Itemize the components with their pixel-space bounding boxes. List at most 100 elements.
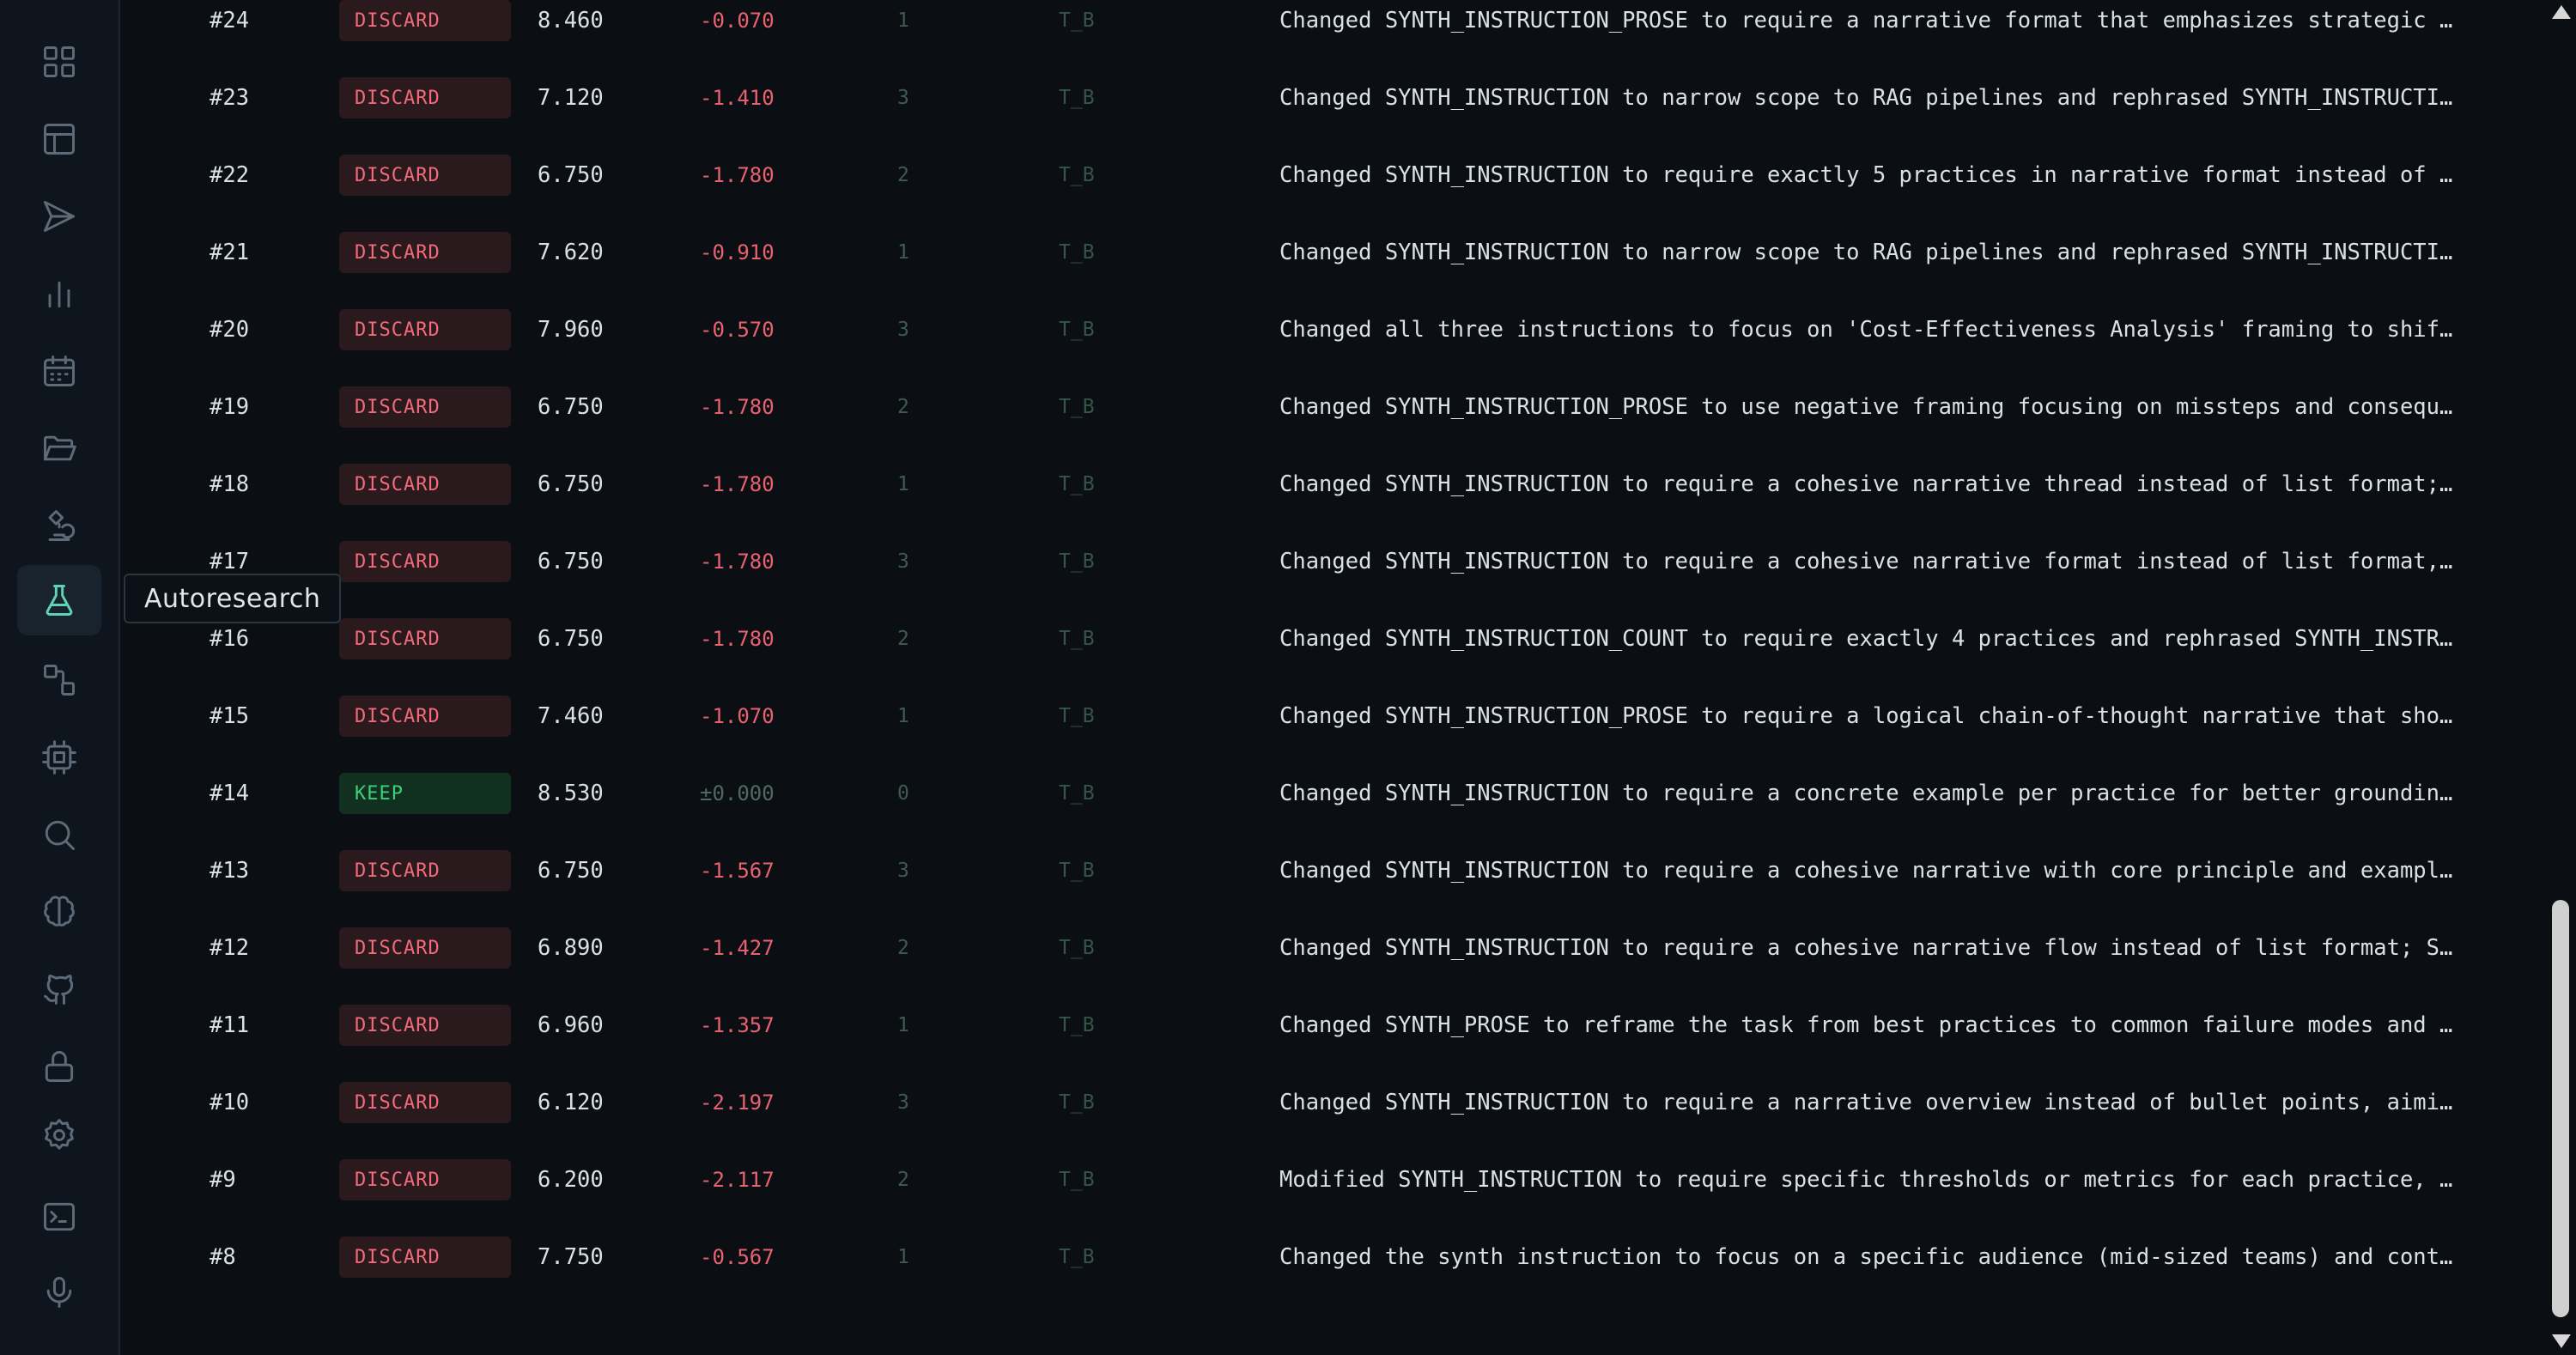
score-value: 6.750	[538, 549, 604, 574]
change-count: 2	[897, 164, 909, 186]
experiment-id: #21	[210, 240, 250, 265]
change-description: Changed SYNTH_INSTRUCTION_PROSE to requi…	[1279, 703, 2454, 729]
change-description: Modified SYNTH_INSTRUCTION to require sp…	[1279, 1167, 2454, 1193]
table-row[interactable]: #20 DISCARD 7.960 -0.570 3 T_B Changed all thr…	[120, 291, 2542, 368]
sidebar-item-github[interactable]	[17, 954, 101, 1024]
table-row[interactable]: #10 DISCARD 6.120 -2.197 3 T_B Changed SYNTH_I…	[120, 1064, 2542, 1141]
sidebar-item-terminal[interactable]	[17, 1182, 101, 1252]
status-badge: KEEP	[339, 773, 511, 814]
score-delta: -2.117	[700, 1168, 775, 1192]
status-badge: DISCARD	[339, 1237, 511, 1278]
sidebar-item-dashboard[interactable]	[17, 27, 101, 97]
change-count: 1	[897, 705, 909, 727]
experiment-id: #24	[210, 8, 250, 33]
target-tag: T_B	[1059, 1246, 1095, 1268]
status-badge: DISCARD	[339, 0, 511, 41]
score-delta: -2.197	[700, 1091, 775, 1115]
target-tag: T_B	[1059, 937, 1095, 959]
target-tag: T_B	[1059, 319, 1095, 341]
table-row[interactable]: #16 DISCARD 6.750 -1.780 2 T_B Changed SYNTH_I…	[120, 600, 2542, 678]
score-value: 7.460	[538, 703, 604, 729]
change-description: Changed SYNTH_INSTRUCTION_COUNT to requi…	[1279, 626, 2454, 652]
score-delta: -0.070	[700, 9, 775, 33]
sidebar-item-workflow[interactable]	[17, 645, 101, 715]
sidebar-item-memory[interactable]	[17, 877, 101, 947]
microphone-icon	[46, 1277, 72, 1308]
change-description: Changed SYNTH_INSTRUCTION to require exa…	[1279, 162, 2454, 188]
scrollbar[interactable]	[2543, 0, 2576, 1355]
score-value: 6.890	[538, 935, 604, 961]
sidebar-item-table[interactable]	[17, 104, 101, 174]
table-row[interactable]: #17 DISCARD 6.750 -1.780 3 T_B Changed SYNTH_I…	[120, 523, 2542, 600]
sidebar	[0, 0, 120, 1355]
table-row[interactable]: #9 DISCARD 6.200 -2.117 2 T_B Modified SYNTH_I…	[120, 1141, 2542, 1218]
change-count: 1	[897, 9, 909, 32]
change-count: 1	[897, 1246, 909, 1268]
sidebar-item-autoresearch[interactable]	[17, 565, 101, 635]
table-row[interactable]: #19 DISCARD 6.750 -1.780 2 T_B Changed SYNTH_I…	[120, 368, 2542, 446]
sidebar-item-lab[interactable]	[17, 490, 101, 561]
table-row[interactable]: #14 KEEP 8.530 ±0.000 0 T_B Changed SYNTH_INST…	[120, 755, 2542, 832]
status-badge: DISCARD	[339, 77, 511, 118]
table-row[interactable]: #23 DISCARD 7.120 -1.410 3 T_B Changed SYNTH_I…	[120, 59, 2542, 137]
change-count: 3	[897, 87, 909, 109]
change-description: Changed SYNTH_INSTRUCTION to require a n…	[1279, 1090, 2454, 1115]
change-count: 3	[897, 1091, 909, 1114]
target-tag: T_B	[1059, 87, 1095, 109]
gear-icon	[45, 1119, 74, 1150]
folder-open-icon	[44, 435, 76, 461]
brain-icon	[44, 896, 75, 927]
change-count: 1	[897, 241, 909, 264]
send-icon	[44, 201, 75, 232]
table-row[interactable]: #8 DISCARD 7.750 -0.567 1 T_B Changed the synt…	[120, 1218, 2542, 1296]
score-value: 6.750	[538, 162, 604, 188]
sidebar-item-send[interactable]	[17, 181, 101, 252]
scroll-up-arrow-icon[interactable]	[2552, 5, 2571, 19]
table-row[interactable]: #24 DISCARD 8.460 -0.070 1 T_B Changed SYNTH_I…	[120, 0, 2542, 59]
sidebar-item-security[interactable]	[17, 1031, 101, 1102]
status-badge: DISCARD	[339, 541, 511, 582]
change-description: Changed SYNTH_INSTRUCTION to require a c…	[1279, 781, 2454, 806]
table-row[interactable]: #18 DISCARD 6.750 -1.780 1 T_B Changed SYNTH_I…	[120, 446, 2542, 523]
table-row[interactable]: #13 DISCARD 6.750 -1.567 3 T_B Changed SYNTH_I…	[120, 832, 2542, 909]
score-delta: -0.570	[700, 318, 775, 342]
score-value: 6.750	[538, 471, 604, 497]
change-count: 1	[897, 1014, 909, 1036]
sidebar-item-analytics[interactable]	[17, 258, 101, 329]
change-count: 3	[897, 319, 909, 341]
table-row[interactable]: #22 DISCARD 6.750 -1.780 2 T_B Changed SYNTH_I…	[120, 137, 2542, 214]
experiment-id: #12	[210, 935, 250, 961]
sidebar-item-settings[interactable]	[17, 1100, 101, 1170]
score-value: 6.120	[538, 1090, 604, 1115]
status-badge: DISCARD	[339, 927, 511, 969]
change-description: Changed SYNTH_INSTRUCTION_PROSE to requi…	[1279, 8, 2454, 33]
table-row[interactable]: #11 DISCARD 6.960 -1.357 1 T_B Changed SYNTH_P…	[120, 987, 2542, 1064]
scroll-down-arrow-icon[interactable]	[2552, 1334, 2571, 1348]
table-row[interactable]: #21 DISCARD 7.620 -0.910 1 T_B Changed SYNTH_I…	[120, 214, 2542, 291]
calendar-icon	[44, 355, 75, 386]
status-badge: DISCARD	[339, 155, 511, 196]
status-badge: DISCARD	[339, 232, 511, 273]
sidebar-item-files[interactable]	[17, 413, 101, 483]
target-tag: T_B	[1059, 705, 1095, 727]
change-count: 0	[897, 782, 909, 805]
scrollbar-thumb[interactable]	[2552, 900, 2569, 1317]
sidebar-item-models[interactable]	[17, 722, 101, 793]
score-delta: -1.780	[700, 472, 775, 496]
score-delta: -1.780	[700, 550, 775, 574]
sidebar-item-search[interactable]	[17, 799, 101, 870]
target-tag: T_B	[1059, 1014, 1095, 1036]
github-icon	[44, 974, 74, 1005]
table-row[interactable]: #12 DISCARD 6.890 -1.427 2 T_B Changed SYNTH_I…	[120, 909, 2542, 987]
status-badge: DISCARD	[339, 386, 511, 428]
change-description: Changed SYNTH_INSTRUCTION_PROSE to use n…	[1279, 394, 2454, 420]
workflow-icon	[44, 665, 75, 696]
change-count: 2	[897, 396, 909, 418]
sidebar-item-voice[interactable]	[17, 1257, 101, 1328]
table-row[interactable]: #15 DISCARD 7.460 -1.070 1 T_B Changed SYNTH_I…	[120, 678, 2542, 755]
target-tag: T_B	[1059, 550, 1095, 573]
score-delta: -0.567	[700, 1245, 775, 1269]
sidebar-item-calendar[interactable]	[17, 336, 101, 406]
score-delta: -1.410	[700, 86, 775, 110]
target-tag: T_B	[1059, 164, 1095, 186]
